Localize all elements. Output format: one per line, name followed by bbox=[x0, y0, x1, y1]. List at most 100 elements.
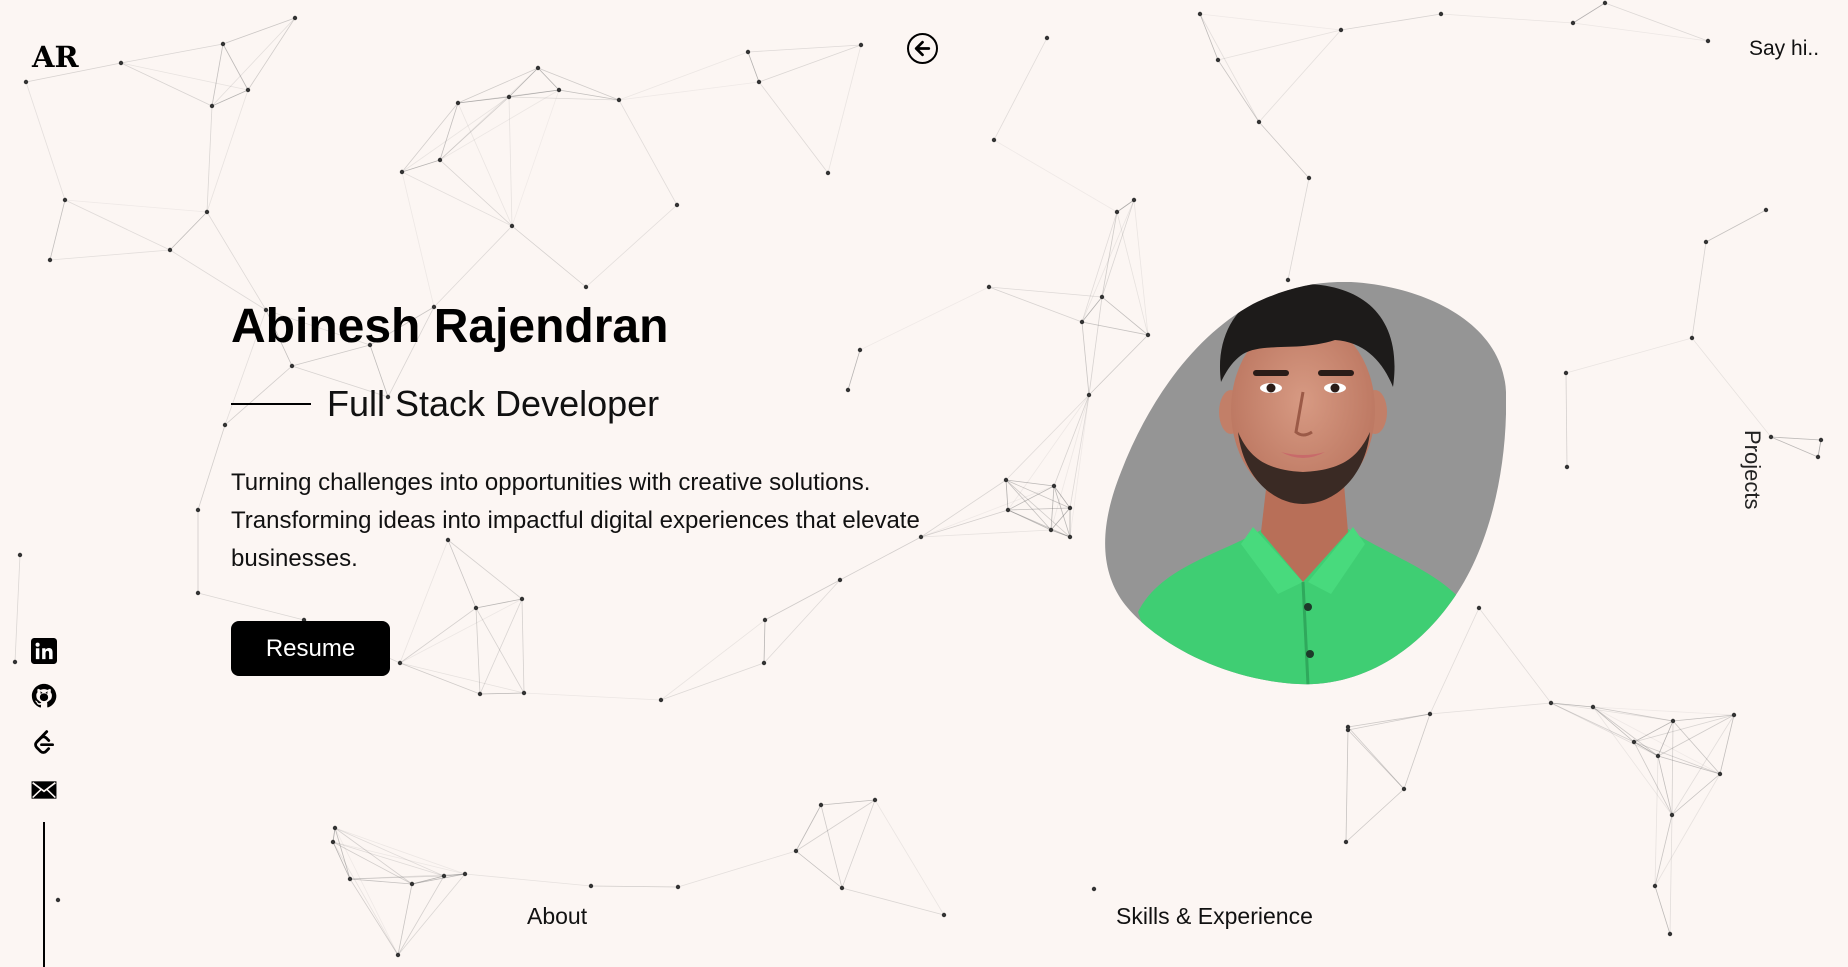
network-node bbox=[535, 65, 541, 71]
network-node bbox=[195, 507, 201, 513]
network-link bbox=[49, 249, 171, 261]
network-link bbox=[1654, 773, 1721, 887]
network-node bbox=[857, 347, 863, 353]
network-node bbox=[1731, 712, 1737, 718]
back-arrow-button[interactable] bbox=[907, 33, 938, 64]
network-link bbox=[397, 883, 413, 956]
network-node bbox=[941, 912, 947, 918]
network-link bbox=[764, 579, 841, 621]
network-node bbox=[55, 897, 61, 903]
network-node bbox=[986, 284, 992, 290]
network-link bbox=[332, 841, 466, 875]
network-node bbox=[1051, 483, 1057, 489]
network-node bbox=[1703, 239, 1709, 245]
network-link bbox=[1217, 29, 1342, 61]
mail-icon[interactable] bbox=[31, 777, 57, 803]
network-node bbox=[793, 848, 799, 854]
network-node bbox=[509, 223, 515, 229]
network-link bbox=[349, 878, 413, 885]
network-link bbox=[1719, 714, 1735, 775]
network-node bbox=[1602, 0, 1608, 6]
logo[interactable]: AR bbox=[32, 40, 79, 74]
network-link bbox=[399, 607, 477, 664]
network-node bbox=[441, 873, 447, 879]
network-link bbox=[222, 43, 249, 91]
network-node bbox=[1631, 739, 1637, 745]
network-node bbox=[292, 15, 298, 21]
network-link bbox=[1565, 372, 1568, 468]
network-node bbox=[1717, 771, 1723, 777]
network-node bbox=[521, 690, 527, 696]
network-link bbox=[1053, 394, 1090, 487]
network-link bbox=[211, 17, 296, 107]
network-node bbox=[332, 825, 338, 831]
network-link bbox=[397, 875, 445, 956]
network-link bbox=[859, 286, 990, 351]
network-link bbox=[332, 841, 351, 880]
network-node bbox=[17, 552, 23, 558]
network-link bbox=[1691, 337, 1772, 438]
network-link bbox=[1672, 720, 1721, 775]
network-link bbox=[1199, 13, 1342, 31]
network-link bbox=[537, 67, 560, 91]
network-node bbox=[1438, 11, 1444, 17]
network-node bbox=[347, 876, 353, 882]
network-link bbox=[25, 81, 66, 201]
network-link bbox=[795, 799, 876, 852]
network-node bbox=[289, 363, 295, 369]
network-link bbox=[1258, 121, 1310, 179]
network-link bbox=[747, 51, 760, 83]
skills-experience-nav-link[interactable]: Skills & Experience bbox=[1116, 903, 1313, 930]
network-link bbox=[841, 799, 876, 889]
network-link bbox=[1705, 209, 1767, 243]
network-link bbox=[1347, 726, 1405, 790]
network-link bbox=[475, 598, 523, 609]
network-link bbox=[1770, 436, 1819, 458]
network-link bbox=[993, 37, 1048, 141]
network-link bbox=[120, 62, 249, 91]
network-node bbox=[1044, 35, 1050, 41]
projects-nav-link[interactable]: Projects bbox=[1739, 430, 1765, 509]
leetcode-icon[interactable] bbox=[31, 730, 57, 756]
network-link bbox=[1572, 22, 1709, 42]
network-link bbox=[1657, 755, 1673, 816]
network-node bbox=[12, 659, 18, 665]
network-link bbox=[820, 804, 843, 889]
network-link bbox=[993, 139, 1118, 213]
github-icon[interactable] bbox=[31, 683, 57, 709]
about-nav-link[interactable]: About bbox=[527, 903, 587, 930]
network-link bbox=[169, 211, 208, 251]
network-link bbox=[1199, 13, 1260, 123]
network-link bbox=[508, 67, 539, 98]
network-node bbox=[1345, 724, 1351, 730]
network-node bbox=[858, 42, 864, 48]
network-link bbox=[401, 171, 513, 227]
say-hi-link[interactable]: Say hi.. bbox=[1749, 37, 1819, 61]
network-link bbox=[439, 89, 560, 161]
network-node bbox=[1768, 434, 1774, 440]
network-node bbox=[1652, 883, 1658, 889]
resume-button[interactable]: Resume bbox=[231, 621, 390, 676]
network-node bbox=[1338, 27, 1344, 33]
network-node bbox=[818, 802, 824, 808]
network-link bbox=[618, 99, 678, 206]
network-node bbox=[616, 97, 622, 103]
network-node bbox=[675, 884, 681, 890]
network-link bbox=[763, 619, 766, 664]
network-link bbox=[399, 662, 481, 695]
network-node bbox=[658, 697, 664, 703]
network-link bbox=[1217, 59, 1260, 123]
network-link bbox=[1572, 2, 1606, 24]
network-node bbox=[556, 87, 562, 93]
network-link bbox=[820, 799, 876, 806]
network-link bbox=[1005, 479, 1052, 531]
network-link bbox=[1770, 436, 1822, 441]
network-link bbox=[511, 225, 587, 288]
network-node bbox=[1091, 886, 1097, 892]
network-node bbox=[222, 422, 228, 428]
network-link bbox=[475, 607, 525, 694]
linkedin-icon[interactable] bbox=[31, 638, 57, 664]
network-node bbox=[47, 257, 53, 263]
network-link bbox=[14, 554, 21, 663]
network-link bbox=[1345, 788, 1405, 843]
